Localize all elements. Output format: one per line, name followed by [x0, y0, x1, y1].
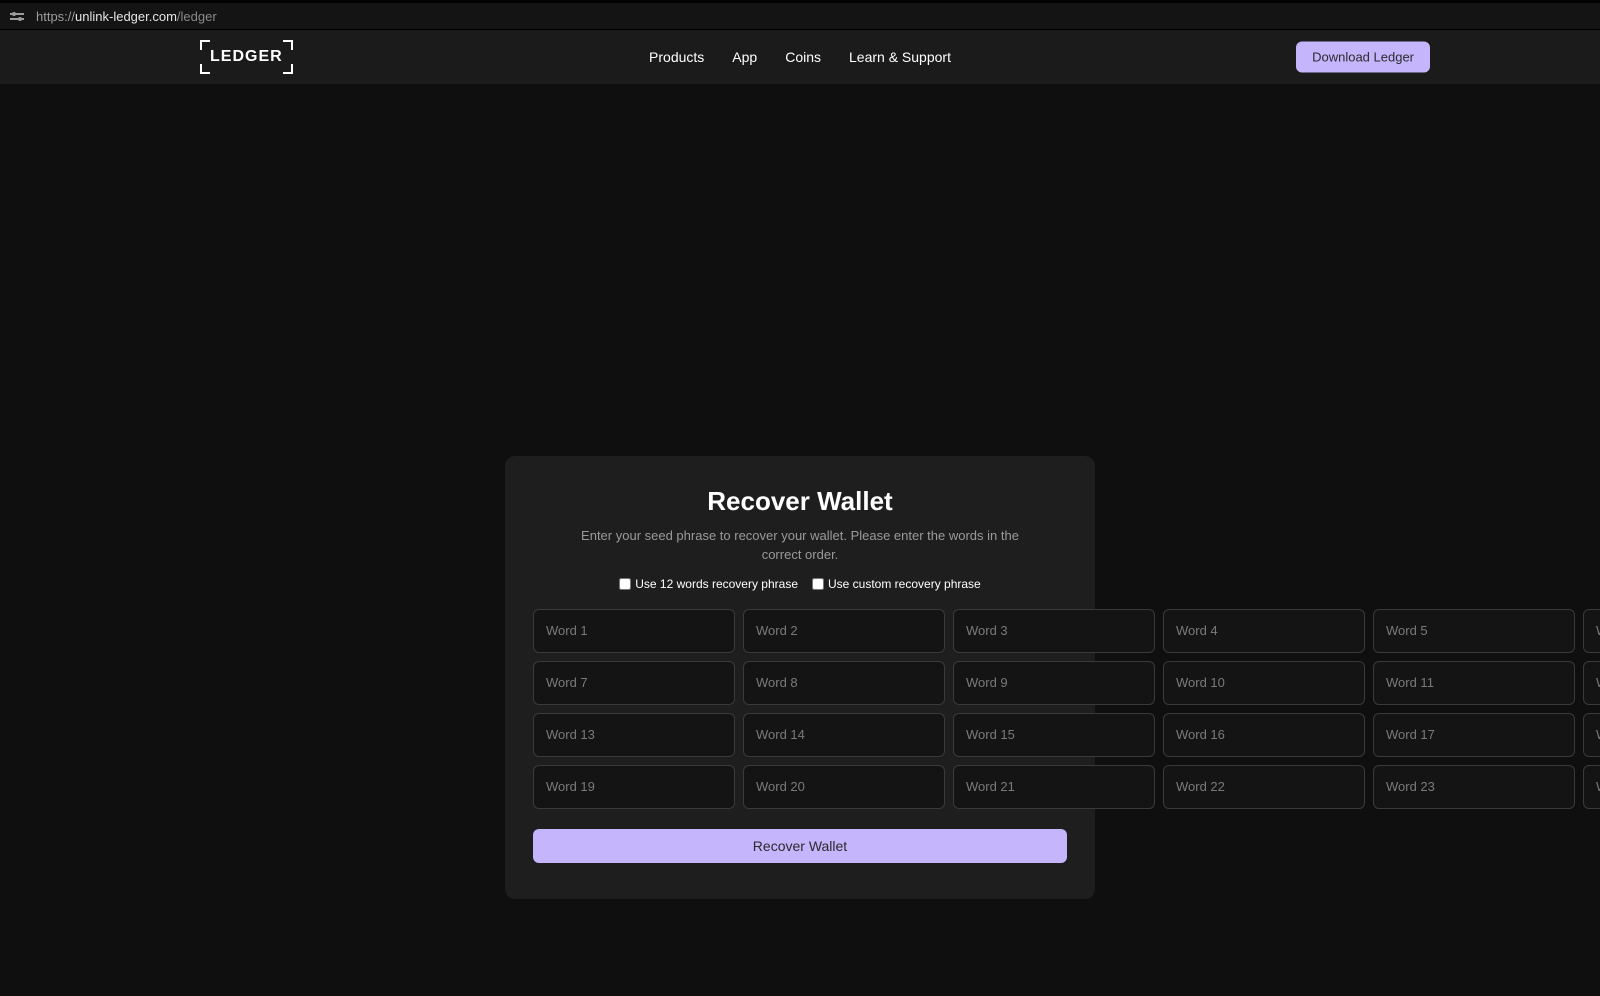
- seed-word-input-11[interactable]: [1373, 661, 1575, 705]
- seed-word-input-20[interactable]: [743, 765, 945, 809]
- page-body: Recover Wallet Enter your seed phrase to…: [0, 84, 1600, 996]
- url-path: /ledger: [177, 9, 217, 24]
- use-12-words-checkbox[interactable]: [619, 578, 631, 590]
- recover-title: Recover Wallet: [533, 486, 1067, 517]
- seed-word-grid: [533, 609, 1067, 809]
- url-scheme: https://: [36, 9, 75, 24]
- nav-learn-support[interactable]: Learn & Support: [849, 49, 951, 65]
- use-12-words-label: Use 12 words recovery phrase: [635, 577, 798, 591]
- seed-word-input-23[interactable]: [1373, 765, 1575, 809]
- site-header: LEDGER Products App Coins Learn & Suppor…: [0, 30, 1600, 84]
- recovery-options-row: Use 12 words recovery phrase Use custom …: [533, 577, 1067, 591]
- use-12-words-option[interactable]: Use 12 words recovery phrase: [619, 577, 798, 591]
- seed-word-input-17[interactable]: [1373, 713, 1575, 757]
- seed-word-input-18[interactable]: [1583, 713, 1600, 757]
- seed-word-input-4[interactable]: [1163, 609, 1365, 653]
- seed-word-input-12[interactable]: [1583, 661, 1600, 705]
- seed-word-input-16[interactable]: [1163, 713, 1365, 757]
- nav-products[interactable]: Products: [649, 49, 704, 65]
- seed-word-input-21[interactable]: [953, 765, 1155, 809]
- recover-subtitle: Enter your seed phrase to recover your w…: [533, 527, 1067, 565]
- brand-logo-text: LEDGER: [210, 48, 283, 65]
- seed-word-input-22[interactable]: [1163, 765, 1365, 809]
- seed-word-input-3[interactable]: [953, 609, 1155, 653]
- main-nav: Products App Coins Learn & Support: [649, 49, 951, 65]
- seed-word-input-5[interactable]: [1373, 609, 1575, 653]
- seed-word-input-13[interactable]: [533, 713, 735, 757]
- seed-word-input-19[interactable]: [533, 765, 735, 809]
- seed-word-input-14[interactable]: [743, 713, 945, 757]
- use-custom-checkbox[interactable]: [812, 578, 824, 590]
- download-ledger-button[interactable]: Download Ledger: [1296, 42, 1430, 73]
- seed-word-input-9[interactable]: [953, 661, 1155, 705]
- seed-word-input-24[interactable]: [1583, 765, 1600, 809]
- seed-word-input-7[interactable]: [533, 661, 735, 705]
- nav-coins[interactable]: Coins: [785, 49, 821, 65]
- seed-word-input-10[interactable]: [1163, 661, 1365, 705]
- seed-word-input-8[interactable]: [743, 661, 945, 705]
- seed-word-input-2[interactable]: [743, 609, 945, 653]
- nav-app[interactable]: App: [732, 49, 757, 65]
- recover-wallet-button[interactable]: Recover Wallet: [533, 829, 1067, 863]
- seed-word-input-15[interactable]: [953, 713, 1155, 757]
- seed-word-input-1[interactable]: [533, 609, 735, 653]
- use-custom-option[interactable]: Use custom recovery phrase: [812, 577, 981, 591]
- url-host: unlink-ledger.com: [75, 9, 177, 24]
- site-settings-icon[interactable]: [10, 9, 24, 23]
- seed-word-input-6[interactable]: [1583, 609, 1600, 653]
- recover-wallet-card: Recover Wallet Enter your seed phrase to…: [505, 456, 1095, 899]
- brand-logo[interactable]: LEDGER: [200, 40, 293, 74]
- use-custom-label: Use custom recovery phrase: [828, 577, 981, 591]
- browser-address-bar: https://unlink-ledger.com/ledger: [0, 0, 1600, 30]
